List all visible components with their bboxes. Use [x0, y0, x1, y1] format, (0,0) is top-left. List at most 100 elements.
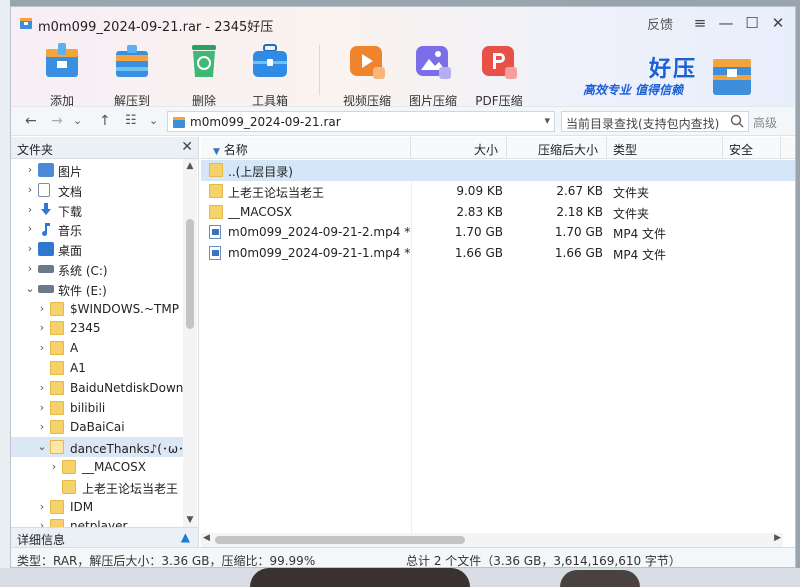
- tree-node[interactable]: ⌄ danceThanks♪(･ω･): [11, 437, 183, 458]
- back-button[interactable]: ←: [25, 113, 37, 129]
- desktop-icon: [38, 242, 54, 257]
- scroll-up-icon[interactable]: ▲: [183, 161, 197, 171]
- video-compress-button[interactable]: 视频压缩: [337, 41, 397, 108]
- tree-node[interactable]: › 下载: [11, 200, 183, 220]
- up-button[interactable]: ↑: [99, 113, 111, 129]
- add-button[interactable]: 添加: [32, 41, 92, 108]
- tree-node[interactable]: › netplayer: [11, 516, 183, 527]
- title-bar[interactable]: m0m099_2024-09-21.rar - 2345好压 反馈 ≡ — ☐ …: [11, 7, 795, 37]
- parent-directory-row[interactable]: ..(上层目录): [201, 160, 795, 181]
- chevron-down-icon[interactable]: ⌄: [25, 282, 35, 295]
- tree-node[interactable]: › $WINDOWS.~TMP: [11, 299, 183, 319]
- close-icon[interactable]: ✕: [181, 139, 193, 155]
- tree-node[interactable]: › IDM: [11, 497, 183, 517]
- tree-node[interactable]: A1: [11, 358, 183, 378]
- chevron-right-icon[interactable]: ›: [37, 341, 47, 354]
- tree-scrollbar[interactable]: ▲ ▼: [183, 159, 197, 527]
- tree-node[interactable]: › 桌面: [11, 239, 183, 259]
- chevron-right-icon[interactable]: ›: [49, 460, 59, 473]
- tree-node[interactable]: ⌄ 软件 (E:): [11, 279, 183, 299]
- chevron-right-icon[interactable]: ›: [37, 321, 47, 334]
- archive-info: 类型：RAR，解压后大小：3.36 GB，压缩比：99.99%: [17, 554, 316, 568]
- feedback-link[interactable]: 反馈: [647, 14, 673, 33]
- tree-node[interactable]: › 文档: [11, 180, 183, 200]
- chevron-right-icon[interactable]: ›: [25, 183, 35, 196]
- tree-node-label: 上老王论坛当老王: [82, 481, 179, 496]
- search-input[interactable]: 当前目录查找(支持包内查找): [561, 111, 749, 132]
- advanced-search-link[interactable]: 高级: [753, 114, 777, 131]
- details-panel-toggle[interactable]: 详细信息 ▲: [11, 527, 199, 547]
- folder-tree-header: 文件夹 ✕: [11, 137, 198, 159]
- view-mode-dropdown[interactable]: ⌄: [149, 114, 158, 127]
- tree-node[interactable]: › 2345: [11, 318, 183, 338]
- scroll-right-icon[interactable]: ▶: [774, 533, 781, 543]
- chevron-right-icon[interactable]: ›: [25, 262, 35, 275]
- maximize-button[interactable]: ☐: [739, 13, 765, 33]
- tree-node-label: bilibili: [70, 400, 106, 415]
- delete-button[interactable]: 删除: [174, 41, 234, 108]
- chevron-right-icon[interactable]: ›: [25, 242, 35, 255]
- view-mode-button[interactable]: ☷: [125, 113, 137, 128]
- image-compress-button[interactable]: 图片压缩: [403, 41, 463, 108]
- brand-name: 好压: [649, 57, 698, 82]
- tree-node[interactable]: 上老王论坛当老王: [11, 477, 183, 497]
- chevron-right-icon[interactable]: ›: [25, 163, 35, 176]
- list-horizontal-scrollbar[interactable]: ◀ ▶: [201, 533, 783, 547]
- brand-logo: 好压 高效专业 值得信赖: [581, 47, 791, 102]
- column-name[interactable]: ▼ 名称: [201, 137, 411, 159]
- scroll-down-icon[interactable]: ▼: [183, 515, 197, 525]
- app-icon: [20, 18, 32, 29]
- chevron-right-icon[interactable]: ›: [25, 203, 35, 216]
- folder-icon: [50, 341, 64, 356]
- table-row[interactable]: 上老王论坛当老王 9.09 KB 2.67 KB 文件夹: [201, 181, 795, 202]
- minimize-button[interactable]: —: [713, 13, 739, 33]
- file-list: ▼ 名称 大小 压缩后大小 类型 安全 ..(上层目录) 上老王论坛当老王 9.0…: [201, 137, 795, 547]
- chevron-right-icon[interactable]: ›: [25, 222, 35, 235]
- chevron-right-icon[interactable]: ›: [37, 401, 47, 414]
- table-row[interactable]: __MACOSX 2.83 KB 2.18 KB 文件夹: [201, 202, 795, 223]
- tree-node[interactable]: › 音乐: [11, 219, 183, 239]
- tree-node-label: 下载: [58, 204, 83, 219]
- history-dropdown[interactable]: ⌄: [73, 114, 82, 127]
- tree-node[interactable]: › bilibili: [11, 398, 183, 418]
- table-row[interactable]: m0m099_2024-09-21-1.mp4 * 1.66 GB 1.66 GB M…: [201, 243, 795, 264]
- file-size: 9.09 KB: [456, 184, 503, 198]
- tree-node[interactable]: › DaBaiCai: [11, 417, 183, 437]
- chevron-right-icon[interactable]: ›: [37, 519, 47, 527]
- search-icon[interactable]: [729, 113, 745, 129]
- tree-node-label: 桌面: [58, 244, 83, 259]
- menu-icon[interactable]: ≡: [687, 13, 713, 33]
- close-button[interactable]: ✕: [765, 13, 791, 33]
- expand-icon[interactable]: ▲: [181, 530, 190, 544]
- tree-node[interactable]: › A: [11, 338, 183, 358]
- tree-node[interactable]: › 图片: [11, 160, 183, 180]
- tree-node[interactable]: › 系统 (C:): [11, 259, 183, 279]
- column-size[interactable]: 大小: [411, 137, 507, 159]
- chevron-right-icon[interactable]: ›: [37, 500, 47, 513]
- chevron-right-icon[interactable]: ›: [37, 420, 47, 433]
- chevron-right-icon[interactable]: ›: [37, 302, 47, 315]
- documents-icon: [38, 182, 50, 197]
- scroll-thumb[interactable]: [186, 219, 194, 329]
- column-packed-size[interactable]: 压缩后大小: [507, 137, 607, 159]
- table-row[interactable]: m0m099_2024-09-21-2.mp4 * 1.70 GB 1.70 GB M…: [201, 222, 795, 243]
- tree-node[interactable]: › BaiduNetdiskDownl: [11, 378, 183, 398]
- tree-node-label: A: [70, 341, 79, 356]
- forward-button[interactable]: →: [51, 113, 63, 129]
- scroll-left-icon[interactable]: ◀: [203, 533, 210, 543]
- chevron-right-icon[interactable]: ›: [37, 381, 47, 394]
- folder-open-icon: [50, 440, 64, 455]
- pdf-compress-button[interactable]: PDF压缩: [469, 41, 529, 108]
- extract-to-button[interactable]: 解压到: [102, 41, 162, 108]
- video-file-icon: [209, 225, 221, 240]
- path-dropdown-icon[interactable]: ▾: [544, 114, 550, 127]
- scroll-thumb[interactable]: [215, 536, 465, 544]
- column-type[interactable]: 类型: [607, 137, 723, 159]
- chevron-down-icon[interactable]: ⌄: [37, 440, 47, 453]
- column-security[interactable]: 安全: [723, 137, 781, 159]
- tree-node[interactable]: › __MACOSX: [11, 457, 183, 477]
- toolbox-button[interactable]: 工具箱: [240, 41, 300, 108]
- tree-node-label: 图片: [58, 165, 83, 179]
- path-field[interactable]: m0m099_2024-09-21.rar ▾: [167, 111, 555, 132]
- toolbox-icon: [253, 44, 287, 77]
